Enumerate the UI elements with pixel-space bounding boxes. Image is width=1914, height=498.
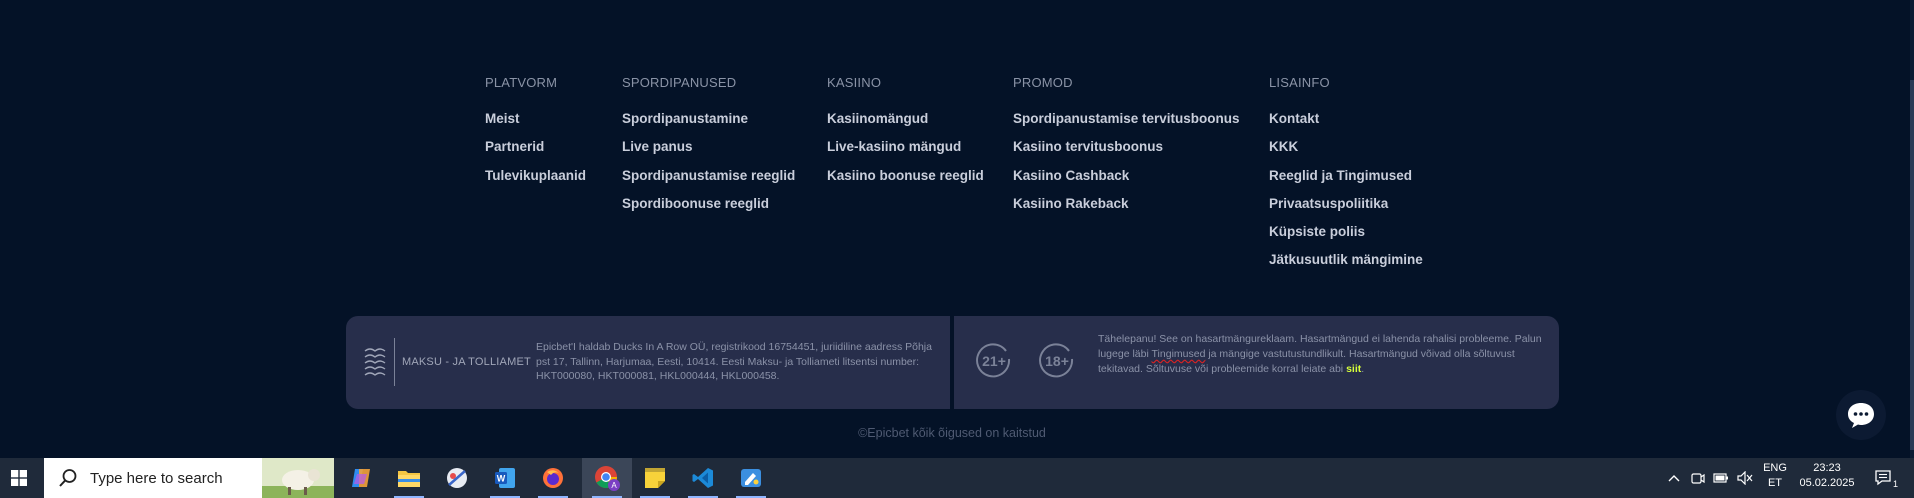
search-placeholder: Type here to search (90, 469, 223, 487)
meet-now-button[interactable] (1688, 458, 1708, 498)
footer-column-kasiino: KASIINO Kasiinomängud Live-kasiino mängu… (827, 75, 984, 196)
age-18-plus-icon: 18+ (1039, 343, 1074, 378)
start-button[interactable] (0, 458, 38, 498)
footer-link-tulevikuplaanid[interactable]: Tulevikuplaanid (485, 168, 586, 196)
taskbar-snipping-tool[interactable] (434, 458, 480, 498)
notification-count: 1 (1892, 479, 1898, 489)
taskbar-paint[interactable] (728, 458, 774, 498)
footer-link-spordipanustamine[interactable]: Spordipanustamine (622, 111, 795, 139)
footer-link-spordipanustamise-reeglid[interactable]: Spordipanustamise reeglid (622, 168, 795, 196)
show-hidden-icons-button[interactable] (1664, 458, 1684, 498)
footer-link-kkk[interactable]: KKK (1269, 139, 1423, 167)
help-link[interactable]: siit (1346, 363, 1361, 375)
clock-time: 23:23 (1813, 462, 1841, 474)
estonian-coat-of-arms-icon (364, 348, 386, 376)
battery-status[interactable] (1710, 458, 1732, 498)
input-language-button[interactable]: ENG ET (1758, 462, 1792, 489)
footer-link-reeglid-ja-tingimused[interactable]: Reeglid ja Tingimused (1269, 168, 1423, 196)
windows-logo-icon (11, 470, 27, 486)
footer-link-meist[interactable]: Meist (485, 111, 586, 139)
footer-link-kasiino-tervitusboonus[interactable]: Kasiino tervitusboonus (1013, 139, 1240, 167)
footer-link-privaatsuspoliitika[interactable]: Privaatsuspoliitika (1269, 196, 1423, 224)
copilot-icon (352, 469, 370, 487)
column-heading: SPORDIPANUSED (622, 75, 737, 90)
footer-link-jatkusuutlik-mangimine[interactable]: Jätkusuutlik mängimine (1269, 252, 1423, 280)
footer-column-spordipanused: SPORDIPANUSED Spordipanustamine Live pan… (622, 75, 795, 224)
taskbar-sticky-notes[interactable] (632, 458, 678, 498)
notification-icon (1875, 470, 1891, 486)
license-text: Epicbet'I haldab Ducks In A Row OÜ, regi… (536, 341, 932, 382)
clock-date: 05.02.2025 (1799, 477, 1855, 489)
svg-text:W: W (497, 474, 506, 484)
taskbar-file-explorer[interactable] (386, 458, 432, 498)
footer-link-kupsiste-poliis[interactable]: Küpsiste poliis (1269, 224, 1423, 252)
snipping-tool-icon (447, 468, 467, 488)
taskbar-copilot[interactable] (338, 458, 384, 498)
column-heading: LISAINFO (1269, 75, 1330, 90)
footer-column-promod: PROMOD Spordipanustamise tervitusboonus … (1013, 75, 1240, 224)
keyboard-layout: ET (1767, 477, 1783, 489)
battery-icon (1713, 473, 1728, 483)
word-icon: W (495, 468, 515, 488)
age-18-label: 18+ (1045, 353, 1069, 369)
page-scrollbar[interactable] (1910, 0, 1914, 458)
notification-center-button[interactable]: 1 (1866, 458, 1902, 498)
chevron-up-icon (1668, 475, 1680, 482)
gambling-warning-text: Tähelepanu! See on hasartmängureklaam. H… (1098, 332, 1550, 376)
footer-column-platvorm: PLATVORM Meist Partnerid Tulevikuplaanid (485, 75, 586, 196)
chrome-icon: A (595, 466, 620, 491)
chat-button[interactable] (1836, 390, 1886, 440)
footer-column-lisainfo: LISAINFO Kontakt KKK Reeglid ja Tingimus… (1269, 75, 1423, 281)
taskbar-search-box[interactable]: Type here to search (44, 458, 334, 498)
firefox-icon (543, 468, 563, 488)
file-explorer-icon (398, 471, 420, 487)
meet-now-icon (1691, 473, 1705, 484)
footer-link-spordiboonuse-reeglid[interactable]: Spordiboonuse reeglid (622, 196, 795, 224)
responsible-gambling-box: 21+ 18+ Tähelepanu! See on hasartmängure… (954, 316, 1559, 409)
footer-link-kasiino-cashback[interactable]: Kasiino Cashback (1013, 168, 1240, 196)
taskbar-word[interactable]: W (482, 458, 528, 498)
column-heading: KASIINO (827, 75, 882, 90)
clock[interactable]: 23:23 05.02.2025 (1798, 462, 1856, 489)
chat-bubble-icon (1848, 403, 1874, 428)
vscode-icon (692, 468, 713, 488)
column-heading: PLATVORM (485, 75, 558, 90)
taskbar-chrome[interactable]: A (582, 458, 632, 498)
paint-icon (741, 469, 761, 487)
taskbar-firefox[interactable] (530, 458, 576, 498)
footer-link-kontakt[interactable]: Kontakt (1269, 111, 1423, 139)
svg-text:A: A (611, 481, 617, 490)
footer-link-live-kasiino-mangud[interactable]: Live-kasiino mängud (827, 139, 984, 167)
volume-button[interactable] (1734, 458, 1756, 498)
column-heading: PROMOD (1013, 75, 1073, 90)
scrollbar-thumb[interactable] (1910, 80, 1914, 450)
tingimused-word: Tingimused (1151, 347, 1206, 360)
footer-link-kasiino-rakeback[interactable]: Kasiino Rakeback (1013, 196, 1240, 224)
age-21-plus-icon: 21+ (976, 343, 1011, 378)
age-21-label: 21+ (982, 353, 1006, 369)
footer-link-kasiinomangud[interactable]: Kasiinomängud (827, 111, 984, 139)
warning-text-end: . (1361, 362, 1365, 375)
license-box: MAKSU - JA TOLLIAMET Epicbet'I haldab Du… (346, 316, 950, 409)
footer-link-live-panus[interactable]: Live panus (622, 139, 795, 167)
copyright-text: ©Epicbet kõik õigused on kaitstud (858, 426, 1046, 440)
windows-taskbar: Type here to search W A ENG ET 23:23 05.… (0, 458, 1914, 498)
sticky-notes-icon (645, 468, 665, 488)
search-highlight-sheep-icon (262, 458, 334, 498)
language-code: ENG (1763, 462, 1787, 474)
search-icon (59, 469, 77, 487)
footer-link-partnerid[interactable]: Partnerid (485, 139, 586, 167)
page: PLATVORM Meist Partnerid Tulevikuplaanid… (0, 0, 1914, 458)
volume-muted-icon (1737, 471, 1753, 485)
footer-link-spordipanustamise-tervitusboonus[interactable]: Spordipanustamise tervitusboonus (1013, 111, 1240, 139)
taskbar-vscode[interactable] (680, 458, 726, 498)
crest-divider (394, 338, 395, 386)
footer-link-kasiino-boonuse-reeglid[interactable]: Kasiino boonuse reeglid (827, 168, 984, 196)
tax-authority-label: MAKSU - JA TOLLIAMET (402, 356, 531, 368)
